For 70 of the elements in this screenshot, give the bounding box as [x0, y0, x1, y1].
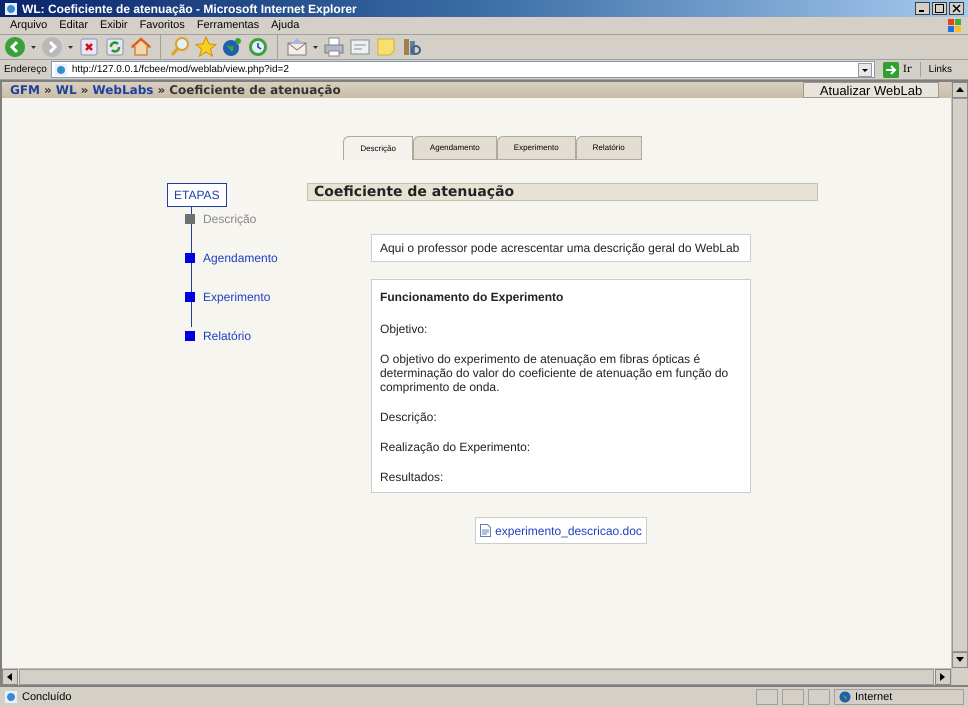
security-zone: Internet: [855, 690, 892, 705]
globe-icon: [839, 691, 851, 703]
section-paragraph: Descrição:: [380, 410, 438, 424]
step-link[interactable]: Agendamento: [203, 249, 278, 267]
status-pane: [756, 689, 778, 705]
page-icon: [4, 690, 18, 704]
scrollbar-corner: [952, 668, 968, 685]
step-link[interactable]: Experimento: [203, 288, 270, 306]
home-icon[interactable]: [130, 36, 152, 58]
printer-icon[interactable]: [323, 36, 345, 58]
status-pane: [782, 689, 804, 705]
windows-logo-icon: [946, 18, 964, 34]
scroll-down-icon[interactable]: [956, 657, 964, 663]
breadcrumb-separator: »: [157, 82, 166, 99]
links-label[interactable]: Links: [920, 62, 964, 77]
horizontal-scrollbar[interactable]: [2, 668, 951, 685]
menu-item[interactable]: Ajuda: [265, 17, 306, 34]
minimize-button[interactable]: [915, 2, 930, 15]
breadcrumb-separator: »: [80, 82, 88, 99]
tab[interactable]: Descrição: [343, 136, 413, 160]
menu-item[interactable]: Favoritos: [134, 17, 191, 34]
address-field[interactable]: http://127.0.0.1/fcbee/mod/weblab/view.php?id=2: [50, 61, 875, 78]
status-pane: [808, 689, 830, 705]
refresh-icon[interactable]: [104, 36, 126, 58]
breadcrumb-link[interactable]: GFM: [10, 81, 40, 99]
section-paragraph: Objetivo:: [380, 322, 428, 336]
address-label: Endereço: [4, 63, 47, 77]
go-arrow-icon: [882, 62, 899, 78]
section-paragraph: O objetivo do experimento de atenuação em fibras ópticas é determinação do valor do coeficiente de atenuação em função do comprimento de onda.: [380, 352, 730, 394]
history-icon[interactable]: [247, 36, 269, 58]
breadcrumb-link[interactable]: WebLabs: [92, 81, 154, 99]
globe-icon[interactable]: [221, 36, 243, 58]
steps-title: ETAPAS: [167, 183, 227, 207]
status-text: Concluído: [22, 690, 73, 705]
scroll-up-icon[interactable]: [956, 87, 964, 93]
vertical-scrollbar[interactable]: [951, 82, 968, 685]
intro-text: Aqui o professor pode acrescentar uma descrição geral do WebLab: [371, 234, 751, 262]
scroll-left-icon[interactable]: [7, 673, 13, 681]
menu-item[interactable]: Arquivo: [4, 17, 54, 34]
tab[interactable]: Experimento: [496, 136, 576, 160]
books-icon[interactable]: [401, 36, 423, 58]
close-icon: [952, 4, 961, 13]
update-weblab-button[interactable]: Atualizar WebLab: [803, 82, 939, 98]
tab[interactable]: Relatório: [576, 136, 642, 160]
section-title: Funcionamento do Experimento: [380, 289, 564, 306]
stop-icon[interactable]: [78, 36, 100, 58]
page-heading: Coeficiente de atenuação: [307, 183, 818, 201]
step-link[interactable]: Relatório: [203, 327, 252, 345]
maximize-icon: [935, 4, 944, 13]
maximize-button[interactable]: [932, 2, 947, 15]
browser-logo-icon: [4, 2, 18, 16]
window-title: WL: Coeficiente de atenuação - Microsoft Internet Explorer: [22, 0, 358, 18]
menu-item[interactable]: Ferramentas: [190, 17, 266, 34]
section-paragraph: Realização do Experimento:: [380, 440, 532, 454]
scroll-right-icon[interactable]: [940, 673, 946, 681]
breadcrumb-link[interactable]: WL: [56, 81, 77, 99]
section-paragraph: Resultados:: [380, 470, 444, 484]
tab[interactable]: Agendamento: [412, 136, 497, 160]
star-icon[interactable]: [195, 36, 217, 58]
dropdown-caret-icon[interactable]: [858, 62, 872, 76]
mail-icon[interactable]: [286, 36, 308, 58]
breadcrumb-separator: »: [44, 82, 52, 99]
menu-item[interactable]: Exibir: [94, 17, 134, 34]
page-icon: [54, 62, 68, 76]
breadcrumb-current: Coeficiente de atenuação: [169, 82, 341, 99]
menu-item[interactable]: Editar: [53, 17, 94, 34]
document-icon: [480, 524, 492, 537]
close-button[interactable]: [949, 2, 964, 15]
go-button[interactable]: Ir: [878, 62, 916, 78]
attachment-link[interactable]: experimento_descricao.doc: [475, 517, 647, 544]
